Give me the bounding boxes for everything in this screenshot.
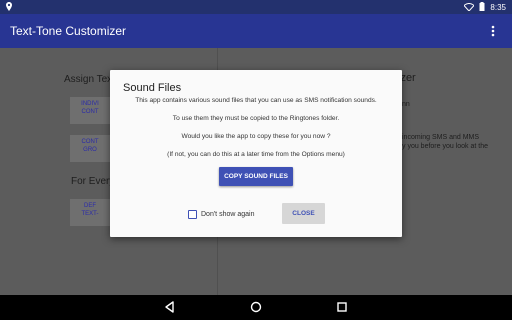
dialog-message-line: (If not, you can do this at a later time… <box>167 151 345 158</box>
app-title: Text-Tone Customizer <box>10 24 127 38</box>
wifi-icon <box>463 2 476 13</box>
button-line: TEXT- <box>81 211 99 217</box>
button-line: DEF <box>84 203 96 209</box>
copy-sound-files-button[interactable]: COPY SOUND FILES <box>219 167 293 186</box>
dialog-message-line: This app contains various sound files th… <box>135 97 377 104</box>
location-icon <box>6 2 12 13</box>
button-line: GRO <box>83 147 97 153</box>
assign-heading: Assign Tex <box>64 74 113 85</box>
dont-show-again-checkbox[interactable] <box>188 209 197 219</box>
right-text-line: y you before you look at the <box>402 143 488 150</box>
button-line: CONT <box>81 109 99 115</box>
navigation-bar <box>0 295 512 320</box>
app-bar: Text-Tone Customizer <box>0 14 512 48</box>
back-icon[interactable] <box>162 299 178 315</box>
recents-icon[interactable] <box>334 299 350 315</box>
right-text-line: nn <box>402 101 410 108</box>
dialog-title: Sound Files <box>123 82 182 94</box>
for-every-heading: For Every <box>71 176 115 187</box>
individual-contact-button[interactable]: INDIVI CONT <box>70 97 110 124</box>
battery-icon <box>479 2 485 13</box>
dialog-message-line: To use them they must be copied to the R… <box>172 115 340 122</box>
close-button[interactable]: CLOSE <box>282 203 325 224</box>
dialog-message-line: Would you like the app to copy these for… <box>181 133 331 140</box>
more-vert-icon[interactable] <box>486 22 500 40</box>
button-line: INDIVI <box>81 101 99 107</box>
status-bar: 8:35 <box>0 0 512 14</box>
button-line: CONT <box>81 139 99 145</box>
home-icon[interactable] <box>248 299 264 315</box>
checkbox-label: Don't show again <box>201 210 255 218</box>
right-text-line: incoming SMS and MMS <box>402 134 480 141</box>
contact-group-button[interactable]: CONT GRO <box>70 135 110 162</box>
dont-show-again-row[interactable]: Don't show again <box>188 208 254 220</box>
status-time: 8:35 <box>490 2 506 12</box>
default-tone-button[interactable]: DEF TEXT- <box>70 199 110 226</box>
sound-files-dialog: Sound Files This app contains various so… <box>110 70 402 237</box>
